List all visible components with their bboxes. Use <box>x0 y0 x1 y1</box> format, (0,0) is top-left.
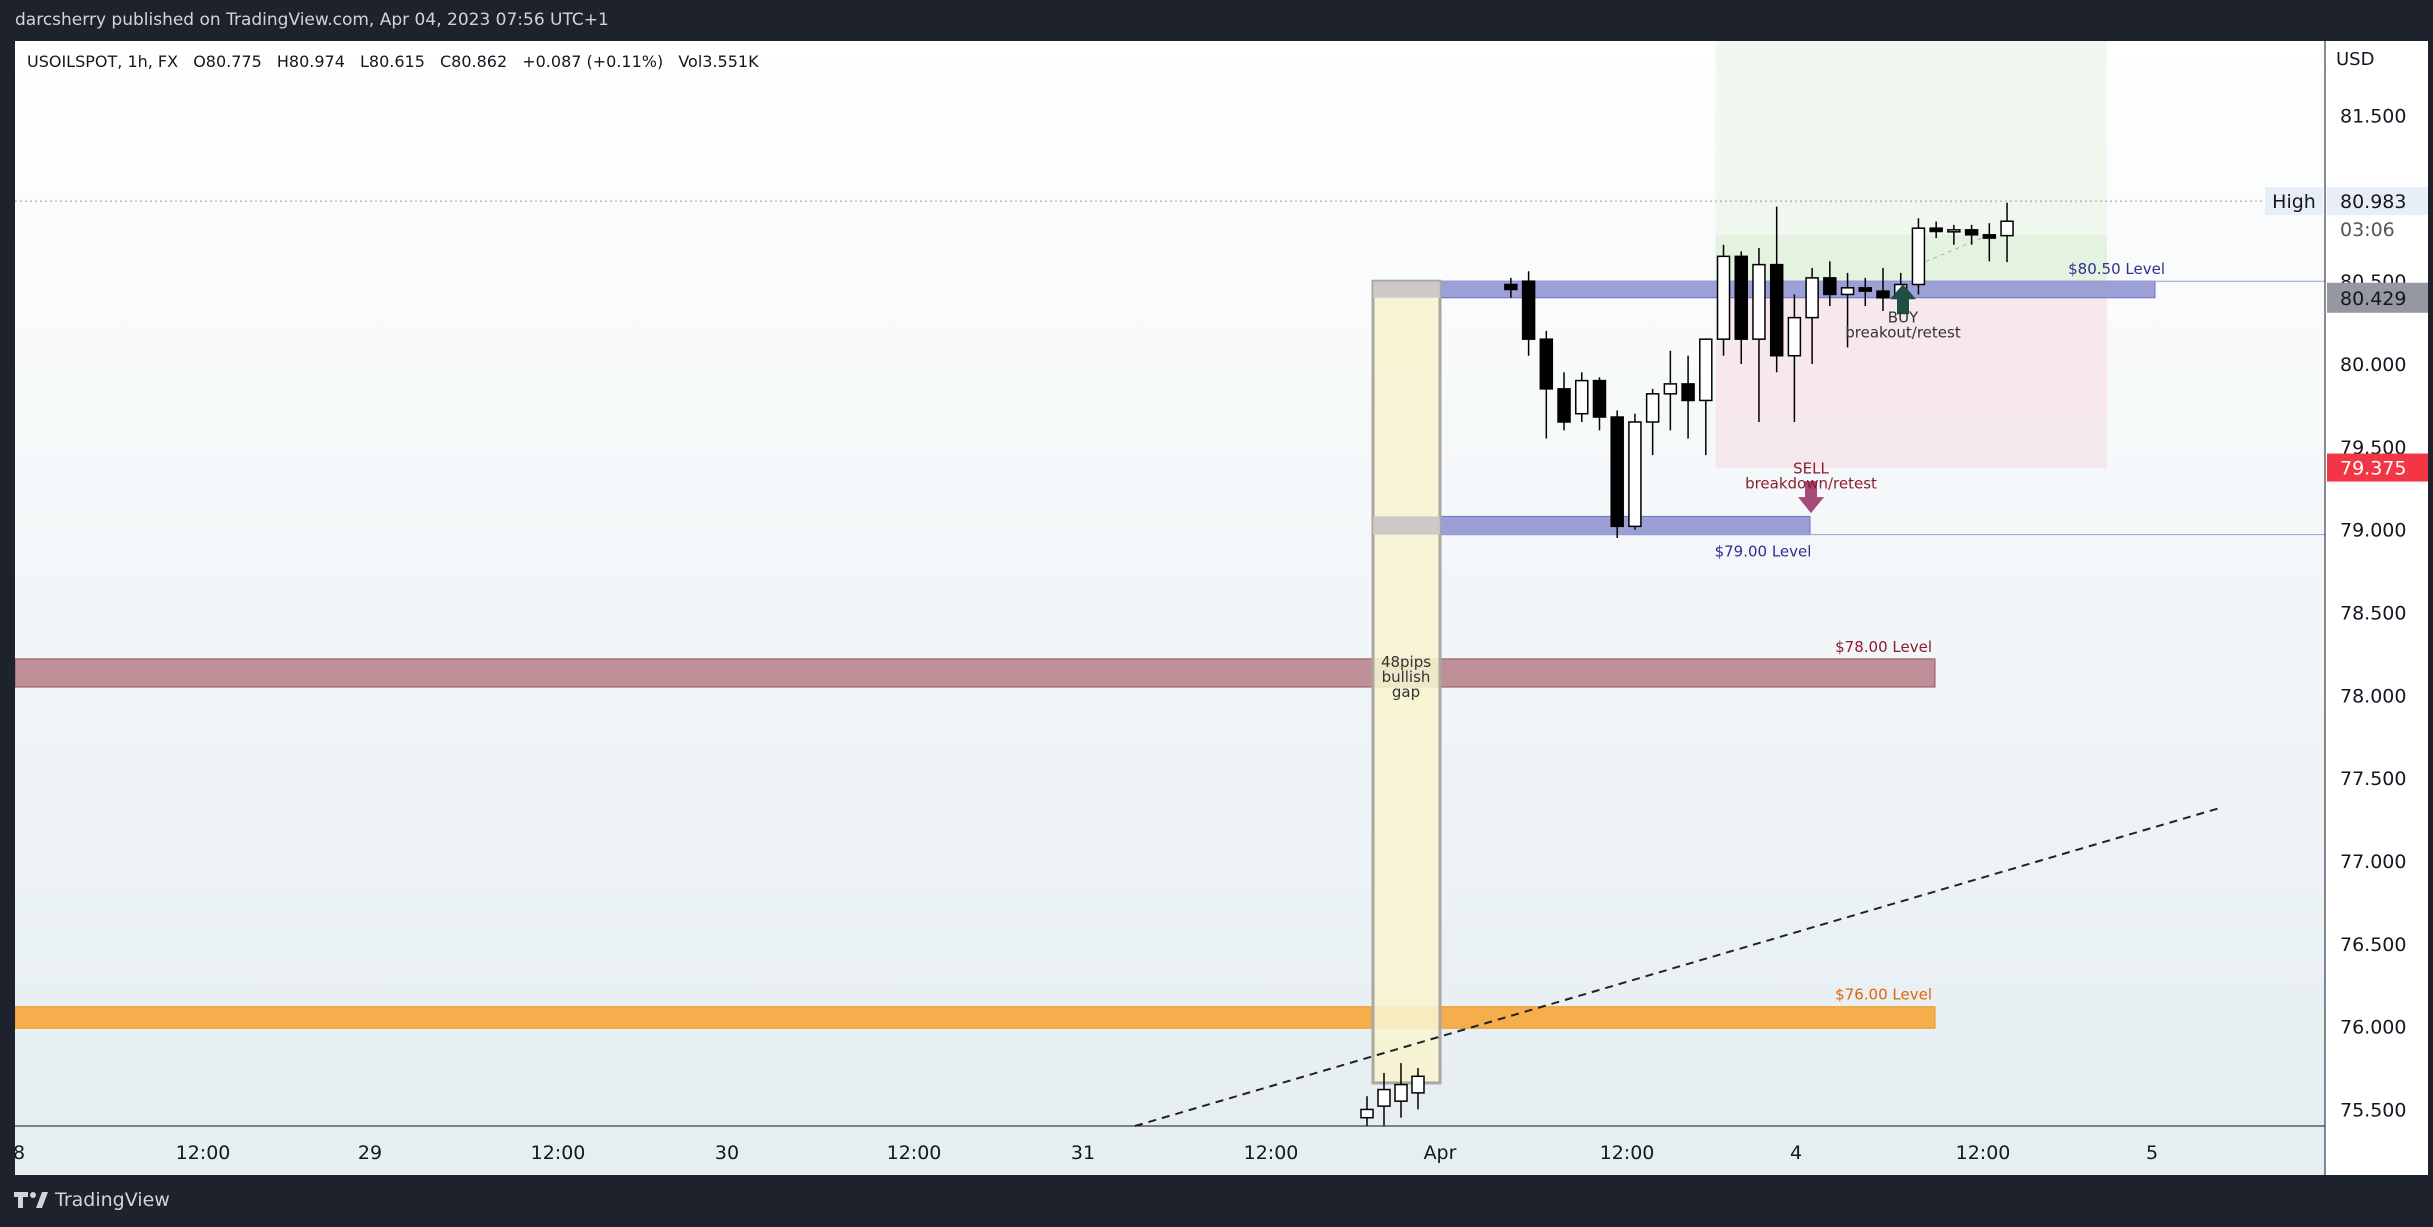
level-80-50-zone[interactable] <box>1439 280 2156 299</box>
x-tick-label: 12:00 <box>1956 1142 2011 1164</box>
candle[interactable] <box>1663 383 1678 395</box>
y-tick-label: 77.500 <box>2340 768 2406 790</box>
x-tick-label: 12:00 <box>531 1142 586 1164</box>
level-80-50-label: $80.50 Level <box>2068 260 2165 278</box>
candle[interactable] <box>1628 421 1642 528</box>
candle[interactable] <box>1787 316 1802 357</box>
ohlc-legend: USOILSPOT, 1h, FX O80.775 H80.974 L80.61… <box>27 52 769 71</box>
sell-annotation-line: breakdown/retest <box>1745 474 1877 492</box>
y-tick-label: 78.500 <box>2340 602 2406 624</box>
candle[interactable] <box>1539 338 1554 390</box>
gap-top-marker <box>1373 281 1440 298</box>
footer-bar: TradingView <box>0 1175 2433 1227</box>
candle[interactable] <box>1699 338 1713 402</box>
y-tick-label: 80.000 <box>2340 354 2406 376</box>
level-76-label: $76.00 Level <box>1835 986 1932 1004</box>
level-78-zone[interactable] <box>15 658 1936 688</box>
candle[interactable] <box>1360 1108 1374 1119</box>
high-tag-text: High <box>2272 191 2316 213</box>
candle[interactable] <box>1947 229 1961 233</box>
level-76-zone[interactable] <box>15 1006 1936 1029</box>
candle[interactable] <box>1982 234 1997 239</box>
y-tick-label: 78.000 <box>2340 685 2406 707</box>
legend-close: C80.862 <box>439 52 508 71</box>
candle[interactable] <box>1805 277 1819 319</box>
candle[interactable] <box>1929 227 1943 233</box>
buy-annotation-line: breakout/retest <box>1845 324 1961 342</box>
y-tick-label: 79.000 <box>2340 520 2406 542</box>
level-79-zone[interactable] <box>1439 515 1811 536</box>
level-79-label: $79.00 Level <box>1715 543 1812 561</box>
candle[interactable] <box>1377 1088 1391 1107</box>
y-tick-label: 81.500 <box>2340 106 2406 128</box>
high-price-text: 80.983 <box>2340 191 2406 213</box>
currency-label: USD <box>2336 49 2375 70</box>
legend-change: +0.087 (+0.11%) <box>522 52 664 71</box>
publisher-bar: darcsherry published on TradingView.com,… <box>0 0 2433 40</box>
legend-high: H80.974 <box>276 52 345 71</box>
x-tick-label: 4 <box>1790 1142 1802 1164</box>
candle[interactable] <box>1964 229 1979 236</box>
candle[interactable] <box>1734 255 1748 340</box>
y-tick-label: 76.500 <box>2340 934 2406 956</box>
publisher-text: darcsherry published on TradingView.com,… <box>15 10 609 30</box>
candle[interactable] <box>1575 379 1589 415</box>
gap-mid-marker <box>1373 516 1440 535</box>
price-chart[interactable]: $80.50 Level $79.00 Level $78.00 Level $76.… <box>15 41 2428 1175</box>
legend-low: L80.615 <box>359 52 425 71</box>
x-tick-label: 12:00 <box>1244 1142 1299 1164</box>
legend-volume: Vol3.551K <box>678 52 759 71</box>
level-78-label: $78.00 Level <box>1835 638 1932 656</box>
tradingview-logo-icon <box>14 1192 48 1208</box>
x-tick-label: 8 <box>15 1142 25 1164</box>
x-tick-label: 29 <box>358 1142 382 1164</box>
y-tick-label: 77.000 <box>2340 851 2406 873</box>
gap-annotation-line: gap <box>1392 683 1420 701</box>
candle[interactable] <box>1521 280 1536 340</box>
red-price-text: 79.375 <box>2340 458 2406 480</box>
current-price-text: 80.429 <box>2340 288 2406 310</box>
x-tick-label: 31 <box>1071 1142 1095 1164</box>
x-tick-label: 12:00 <box>887 1142 942 1164</box>
candle[interactable] <box>1592 379 1607 418</box>
x-tick-label: 12:00 <box>1600 1142 1655 1164</box>
candle[interactable] <box>1394 1083 1408 1102</box>
x-tick-label: 30 <box>715 1142 739 1164</box>
candle[interactable] <box>1716 255 1731 340</box>
candle[interactable] <box>2000 220 2014 237</box>
chart-area[interactable]: $80.50 Level $79.00 Level $78.00 Level $76.… <box>15 41 2428 1175</box>
target-zone-top <box>1715 41 2108 235</box>
x-tick-label: Apr <box>1424 1142 1457 1164</box>
legend-symbol[interactable]: USOILSPOT, 1h, FX <box>27 52 178 71</box>
candle[interactable] <box>1504 283 1518 291</box>
candle[interactable] <box>1681 383 1695 402</box>
legend-open: O80.775 <box>193 52 262 71</box>
candle[interactable] <box>1858 287 1873 292</box>
candle[interactable] <box>1610 416 1624 528</box>
candle[interactable] <box>1645 393 1660 423</box>
candle[interactable] <box>1752 263 1766 340</box>
candle[interactable] <box>1876 290 1890 299</box>
candle[interactable] <box>1411 1075 1425 1094</box>
tradingview-brand[interactable]: TradingView <box>14 1189 170 1211</box>
candle[interactable] <box>1911 227 1926 286</box>
brand-text: TradingView <box>55 1189 170 1211</box>
candle[interactable] <box>1557 388 1571 423</box>
countdown-text: 03:06 <box>2340 219 2395 241</box>
x-tick-label: 12:00 <box>176 1142 231 1164</box>
candle[interactable] <box>1769 263 1784 357</box>
candle[interactable] <box>1840 287 1855 296</box>
y-tick-label: 76.000 <box>2340 1017 2406 1039</box>
y-tick-label: 75.500 <box>2340 1099 2406 1121</box>
candle[interactable] <box>1823 277 1837 296</box>
x-tick-label: 5 <box>2146 1142 2158 1164</box>
